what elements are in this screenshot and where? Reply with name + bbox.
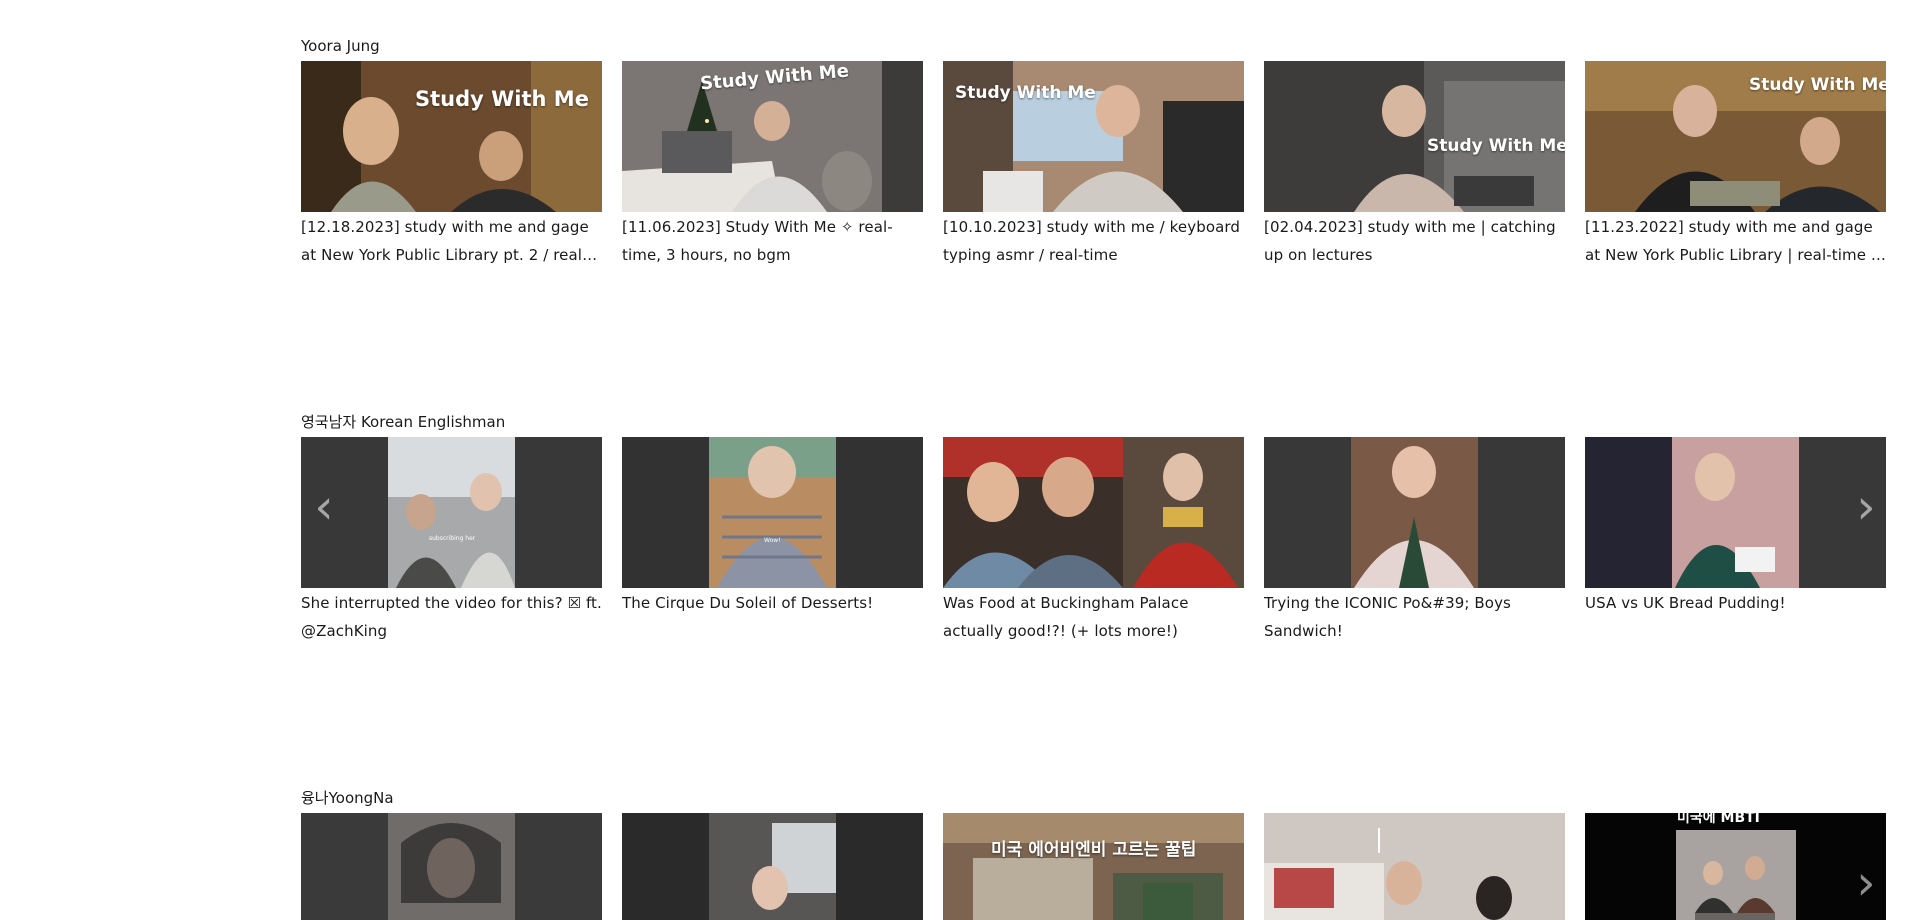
channel-title[interactable]: Yoora Jung [301,37,1890,55]
video-card[interactable]: 미국에 MBTI [1585,813,1886,920]
video-thumbnail[interactable] [1264,813,1565,920]
video-thumbnail[interactable]: Study With Me [301,61,602,212]
thumbnail-overlay-text: Study With Me [955,83,1096,103]
video-card[interactable]: 미국 에어비엔비 고르는 꿀팁 [943,813,1244,920]
video-title[interactable]: [10.10.2023] study with me / keyboard ty… [943,213,1244,269]
video-title[interactable]: [11.23.2022] study with me and gage at N… [1585,213,1886,269]
channel-section-yoora-jung: Yoora Jung Study With Me [12.18.2023] st… [301,37,1890,269]
video-card[interactable] [622,813,923,920]
video-thumbnail[interactable]: Study With Me [943,61,1244,212]
channel-section-korean-englishman: 영국남자 Korean Englishman subscribing her S… [301,413,1890,645]
video-row: 미국 에어비엔비 고르는 꿀팁 미국에 MBTI › [301,813,1890,920]
thumbnail-overlay-text: Study With Me [1749,75,1886,95]
channel-title[interactable]: 영국남자 Korean Englishman [301,413,1890,431]
video-thumbnail[interactable]: 미국에 MBTI [1585,813,1886,920]
video-card[interactable]: Study With Me [11.23.2022] study with me… [1585,61,1886,269]
channel-section-yoongna: 융나YoongNa 미국 에어비엔비 고르는 꿀팁 미국에 MBTI › [301,789,1890,920]
video-thumbnail[interactable] [622,813,923,920]
channel-title[interactable]: 융나YoongNa [301,789,1890,807]
video-thumbnail[interactable]: Study With Me [1585,61,1886,212]
thumbnail-overlay-text: Study With Me [1427,136,1565,156]
video-thumbnail[interactable] [1585,437,1886,588]
video-thumbnail[interactable]: 미국 에어비엔비 고르는 꿀팁 [943,813,1244,920]
video-thumbnail[interactable]: Study With Me [622,61,923,212]
carousel-prev-button[interactable]: ‹ [311,477,337,537]
video-card[interactable] [1264,813,1565,920]
video-title[interactable]: [02.04.2023] study with me | catching up… [1264,213,1565,269]
video-card[interactable]: Was Food at Buckingham Palace actually g… [943,437,1244,645]
carousel-next-button[interactable]: › [1853,477,1879,537]
video-title[interactable]: She interrupted the video for this? ☒ ft… [301,589,602,645]
video-title[interactable]: Trying the ICONIC Po&#39; Boys Sandwich! [1264,589,1565,645]
video-thumbnail[interactable]: Wow! [622,437,923,588]
carousel-next-button[interactable]: › [1853,853,1879,913]
video-card[interactable]: Wow! The Cirque Du Soleil of Desserts! [622,437,923,645]
video-card[interactable]: Study With Me [11.06.2023] Study With Me… [622,61,923,269]
video-row: Study With Me [12.18.2023] study with me… [301,61,1890,269]
video-card[interactable]: Study With Me [12.18.2023] study with me… [301,61,602,269]
thumbnail-overlay-text: Study With Me [415,87,589,111]
video-title[interactable]: [11.06.2023] Study With Me ✧ real-time, … [622,213,923,269]
page: Yoora Jung Study With Me [12.18.2023] st… [0,0,1920,920]
video-title[interactable]: The Cirque Du Soleil of Desserts! [622,589,923,617]
thumbnail-caption: subscribing her [429,535,476,542]
video-row: subscribing her She interrupted the vide… [301,437,1890,645]
video-card[interactable] [301,813,602,920]
video-title[interactable]: USA vs UK Bread Pudding! [1585,589,1886,617]
video-title[interactable]: Was Food at Buckingham Palace actually g… [943,589,1244,645]
video-card[interactable]: USA vs UK Bread Pudding! [1585,437,1886,645]
video-thumbnail[interactable] [1264,437,1565,588]
video-card[interactable]: Study With Me [02.04.2023] study with me… [1264,61,1565,269]
thumbnail-caption: Wow! [764,537,781,544]
video-thumbnail[interactable] [301,813,602,920]
video-thumbnail[interactable] [943,437,1244,588]
thumbnail-overlay-text: 미국 에어비엔비 고르는 꿀팁 [991,840,1197,860]
video-thumbnail[interactable]: subscribing her [301,437,602,588]
video-title[interactable]: [12.18.2023] study with me and gage at N… [301,213,602,269]
video-card[interactable]: Trying the ICONIC Po&#39; Boys Sandwich! [1264,437,1565,645]
video-card[interactable]: Study With Me [10.10.2023] study with me… [943,61,1244,269]
video-card[interactable]: subscribing her She interrupted the vide… [301,437,602,645]
video-thumbnail[interactable]: Study With Me [1264,61,1565,212]
thumbnail-overlay-text: 미국에 MBTI [1677,813,1760,826]
